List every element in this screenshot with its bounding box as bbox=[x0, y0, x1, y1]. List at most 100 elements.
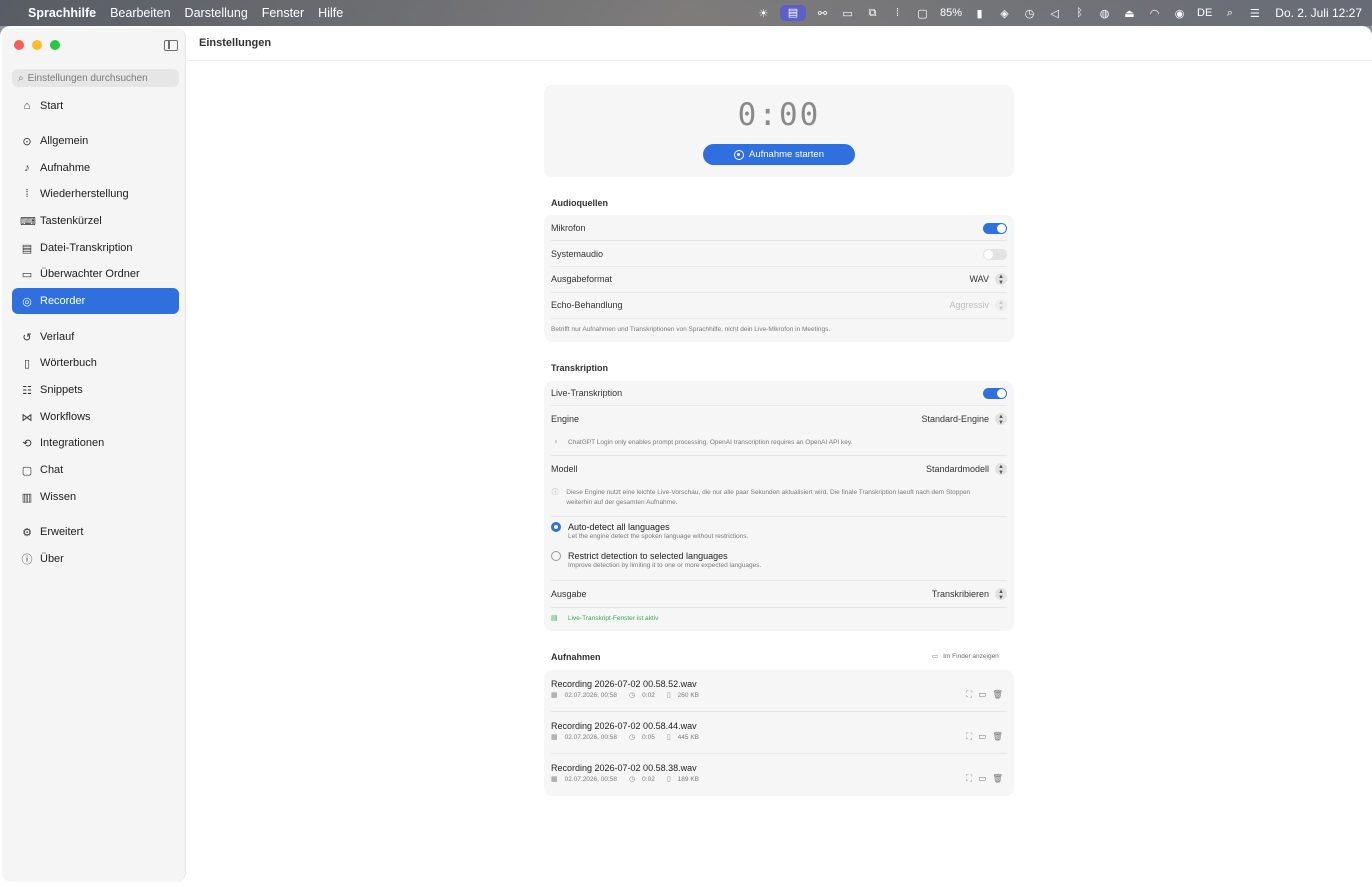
divider bbox=[551, 266, 1007, 267]
sidebar-item-label: Über bbox=[40, 553, 64, 565]
ausgabe-label: Ausgabe bbox=[551, 589, 587, 599]
waveform-menu-icon[interactable]: ⁞ bbox=[885, 7, 910, 19]
house-icon: ⌂ bbox=[23, 100, 31, 112]
radio-auto-detect-desc: Let the engine detect the spoken languag… bbox=[568, 533, 749, 540]
microphone-icon: ♪ bbox=[24, 162, 30, 174]
modell-stepper-icon[interactable]: ▲ ▼ bbox=[995, 463, 1007, 476]
snippets-icon: ☷ bbox=[22, 384, 32, 397]
airdrop-icon[interactable]: ⏏ bbox=[1117, 7, 1142, 20]
transcribe-icon[interactable]: ⛶ bbox=[966, 773, 972, 784]
radio-restrict-detection[interactable]: Restrict detection to selected languages… bbox=[551, 551, 1007, 569]
window-icon[interactable]: ⧉ bbox=[860, 7, 885, 20]
sidebar-item-datei-transkription[interactable]: ▤ Datei-Transkription bbox=[12, 235, 179, 261]
menu-clock[interactable]: Do. 2. Juli 12:27 bbox=[1275, 6, 1362, 20]
record-icon: ◎ bbox=[22, 295, 32, 308]
ausgabe-value[interactable]: Transkribieren bbox=[932, 589, 989, 599]
radio-restrict-detection-button[interactable] bbox=[551, 551, 561, 561]
sidebar-item-start[interactable]: ⌂ Start bbox=[12, 93, 179, 119]
sidebar-search-input[interactable]: ⌕ Einstellungen durchsuchen bbox=[12, 69, 179, 87]
folder-icon[interactable]: ▭ bbox=[978, 731, 986, 742]
workflow-icon: ⋈ bbox=[21, 411, 33, 424]
engine-row: Engine Standard-Engine ▲ ▼ bbox=[551, 412, 1007, 426]
mikrofon-row: Mikrofon bbox=[551, 221, 1007, 235]
live-transcript-status: ▤ Live-Transkript-Fenster ist aktiv bbox=[551, 614, 659, 623]
bluetooth-icon[interactable]: ᛒ bbox=[1067, 7, 1092, 19]
brightness-icon[interactable]: ☀ bbox=[751, 7, 776, 20]
screen-icon[interactable]: ▢ bbox=[910, 7, 935, 20]
sidebar-item-woerterbuch[interactable]: ▯ Wörterbuch bbox=[12, 350, 179, 376]
sprachhilfe-status-icon[interactable]: ▤ bbox=[779, 5, 806, 21]
echo-value: Aggressiv bbox=[949, 300, 989, 310]
systemaudio-toggle[interactable] bbox=[983, 248, 1007, 260]
spotlight-search-icon[interactable]: ⌕ bbox=[1217, 7, 1242, 20]
input-source[interactable]: DE bbox=[1197, 7, 1212, 19]
recording-name: Recording 2026-07-02 00.58.38.wav bbox=[551, 763, 697, 773]
menu-darstellung[interactable]: Darstellung bbox=[185, 6, 248, 20]
mikrofon-toggle[interactable] bbox=[983, 222, 1007, 234]
sidebar-item-wiederherstellung[interactable]: ⁞ Wiederherstellung bbox=[12, 181, 179, 207]
sidebar-item-snippets[interactable]: ☷ Snippets bbox=[12, 377, 179, 403]
shield-icon[interactable]: ◈ bbox=[992, 7, 1017, 20]
ausgabeformat-stepper-icon[interactable]: ▲ ▼ bbox=[995, 273, 1007, 286]
transcribe-icon[interactable]: ⛶ bbox=[966, 731, 972, 742]
list-item[interactable]: Recording 2026-07-02 00.58.52.wav ▦ 02.0… bbox=[551, 679, 1007, 699]
sidebar-toggle-icon[interactable] bbox=[164, 40, 178, 51]
list-item[interactable]: Recording 2026-07-02 00.58.38.wav ▦ 02.0… bbox=[551, 763, 1007, 783]
battery-icon[interactable]: ▮ bbox=[967, 7, 992, 20]
sidebar-item-allgemein[interactable]: ⊙ Allgemein bbox=[12, 128, 179, 154]
sidebar-item-ueber[interactable]: ⓘ Über bbox=[12, 546, 179, 572]
display-icon[interactable]: ▭ bbox=[835, 7, 860, 20]
app-menu[interactable]: Sprachhilfe bbox=[28, 6, 96, 20]
info-circle-icon: ⓘ bbox=[551, 489, 559, 496]
info-icon: ⓘ bbox=[21, 554, 33, 566]
radio-auto-detect-button[interactable] bbox=[551, 522, 561, 532]
sidebar-item-aufnahme[interactable]: ♪ Aufnahme bbox=[12, 155, 179, 181]
menu-fenster[interactable]: Fenster bbox=[262, 6, 304, 20]
live-transkription-toggle[interactable] bbox=[983, 387, 1007, 399]
engine-value[interactable]: Standard-Engine bbox=[921, 414, 989, 424]
ausgabe-stepper-icon[interactable]: ▲ ▼ bbox=[995, 588, 1007, 601]
chat-icon: ▢ bbox=[21, 464, 33, 477]
trash-icon[interactable]: 🗑 bbox=[992, 773, 1003, 784]
sidebar-item-recorder[interactable]: ◎ Recorder bbox=[12, 288, 179, 314]
list-item[interactable]: Recording 2026-07-02 00.58.44.wav ▦ 02.0… bbox=[551, 721, 1007, 741]
show-in-finder-link[interactable]: ▭ Im Finder anzeigen bbox=[932, 652, 999, 661]
live-transcript-status-text: Live-Transkript-Fenster ist aktiv bbox=[568, 614, 659, 622]
transcribe-icon[interactable]: ⛶ bbox=[966, 689, 972, 700]
game-controller-icon[interactable]: ◍ bbox=[1092, 7, 1117, 20]
minimize-window-button[interactable] bbox=[32, 40, 42, 50]
wifi-icon[interactable]: ◠ bbox=[1142, 7, 1167, 20]
trash-icon[interactable]: 🗑 bbox=[992, 689, 1003, 700]
trash-icon[interactable]: 🗑 bbox=[992, 731, 1003, 742]
start-recording-button[interactable]: Aufnahme starten bbox=[703, 144, 855, 165]
timer-icon[interactable]: ◷ bbox=[1017, 7, 1042, 20]
menu-bearbeiten[interactable]: Bearbeiten bbox=[110, 6, 170, 20]
systemaudio-label: Systemaudio bbox=[551, 249, 604, 259]
sidebar-item-integrationen[interactable]: ⟲ Integrationen bbox=[12, 430, 179, 456]
sidebar-item-verlauf[interactable]: ↺ Verlauf bbox=[12, 324, 179, 350]
sidebar-item-wissen[interactable]: ▥ Wissen bbox=[12, 484, 179, 510]
divider bbox=[551, 607, 1007, 608]
eye-icon[interactable]: ◉ bbox=[1167, 7, 1192, 20]
sidebar-item-chat[interactable]: ▢ Chat bbox=[12, 457, 179, 483]
sidebar-item-erweitert[interactable]: ⚙ Erweitert bbox=[12, 519, 179, 545]
divider bbox=[551, 753, 1007, 754]
menu-hilfe[interactable]: Hilfe bbox=[318, 6, 343, 20]
window-controls bbox=[14, 40, 60, 50]
volume-icon[interactable]: ◁ bbox=[1042, 7, 1067, 20]
close-window-button[interactable] bbox=[14, 40, 24, 50]
modell-value[interactable]: Standardmodell bbox=[926, 464, 989, 474]
sidebar-item-tastenkuerzel[interactable]: ⌨ Tastenkürzel bbox=[12, 208, 179, 234]
folder-icon[interactable]: ▭ bbox=[978, 689, 986, 700]
sidebar-item-ueberwachter-ordner[interactable]: ▭ Überwachter Ordner bbox=[12, 261, 179, 287]
ausgabeformat-value[interactable]: WAV bbox=[970, 274, 990, 284]
radio-auto-detect[interactable]: Auto-detect all languages Let the engine… bbox=[551, 522, 1007, 540]
divider bbox=[551, 240, 1007, 241]
modell-hint: ⓘ Diese Engine nutzt eine leichte Live-V… bbox=[551, 488, 991, 508]
control-center-icon[interactable]: ☰ bbox=[1242, 7, 1267, 20]
folder-icon[interactable]: ▭ bbox=[978, 773, 986, 784]
sidebar-item-workflows[interactable]: ⋈ Workflows bbox=[12, 404, 179, 430]
zoom-window-button[interactable] bbox=[50, 40, 60, 50]
engine-stepper-icon[interactable]: ▲ ▼ bbox=[995, 413, 1007, 426]
link-icon[interactable]: ⚯ bbox=[810, 7, 835, 20]
